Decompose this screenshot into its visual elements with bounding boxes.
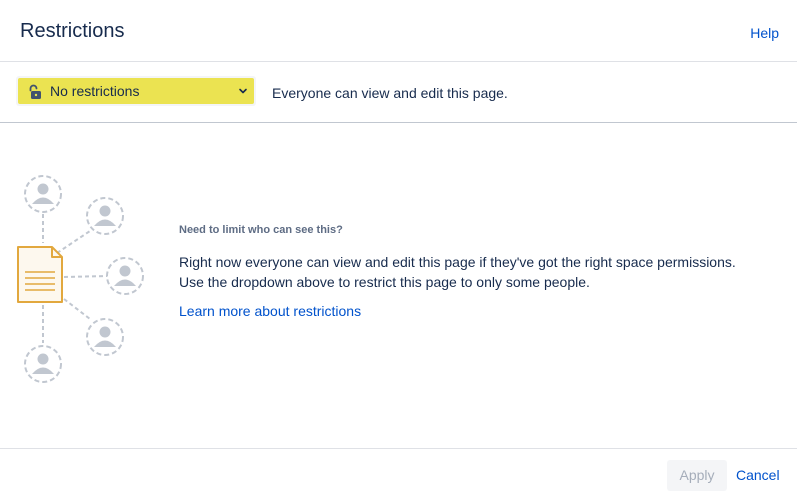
dialog-footer: Apply Cancel (0, 448, 797, 499)
user-avatar-icon (24, 175, 62, 213)
cancel-button[interactable]: Cancel (736, 460, 780, 491)
info-description: Right now everyone can view and edit thi… (179, 252, 779, 292)
restrictions-info: Need to limit who can see this? Right no… (179, 223, 779, 321)
apply-button[interactable]: Apply (667, 460, 727, 491)
info-heading: Need to limit who can see this? (179, 224, 343, 236)
help-link[interactable]: Help (750, 25, 779, 41)
unlock-icon (29, 84, 41, 99)
info-line-2: Use the dropdown above to restrict this … (179, 274, 590, 290)
dialog-body: Need to limit who can see this? Right no… (0, 123, 797, 449)
restriction-status-text: Everyone can view and edit this page. (272, 85, 508, 101)
restriction-select-value: No restrictions (50, 83, 140, 99)
user-avatar-icon (106, 257, 144, 295)
dialog-title: Restrictions (20, 20, 125, 42)
restriction-select[interactable]: No restrictions (18, 78, 254, 104)
user-avatar-icon (86, 318, 124, 356)
dialog-header: Restrictions Help (0, 0, 797, 62)
document-icon (17, 246, 63, 303)
restrictions-controls: No restrictions Everyone can view and ed… (0, 62, 797, 123)
learn-more-link[interactable]: Learn more about restrictions (179, 303, 361, 319)
restriction-select-wrapper: No restrictions (16, 76, 256, 106)
restrictions-illustration (17, 175, 144, 383)
chevron-down-icon (239, 88, 247, 94)
user-avatar-icon (24, 345, 62, 383)
restrictions-dialog: Restrictions Help No restrictions Everyo… (0, 0, 797, 499)
info-line-1: Right now everyone can view and edit thi… (179, 254, 736, 270)
user-avatar-icon (86, 197, 124, 235)
